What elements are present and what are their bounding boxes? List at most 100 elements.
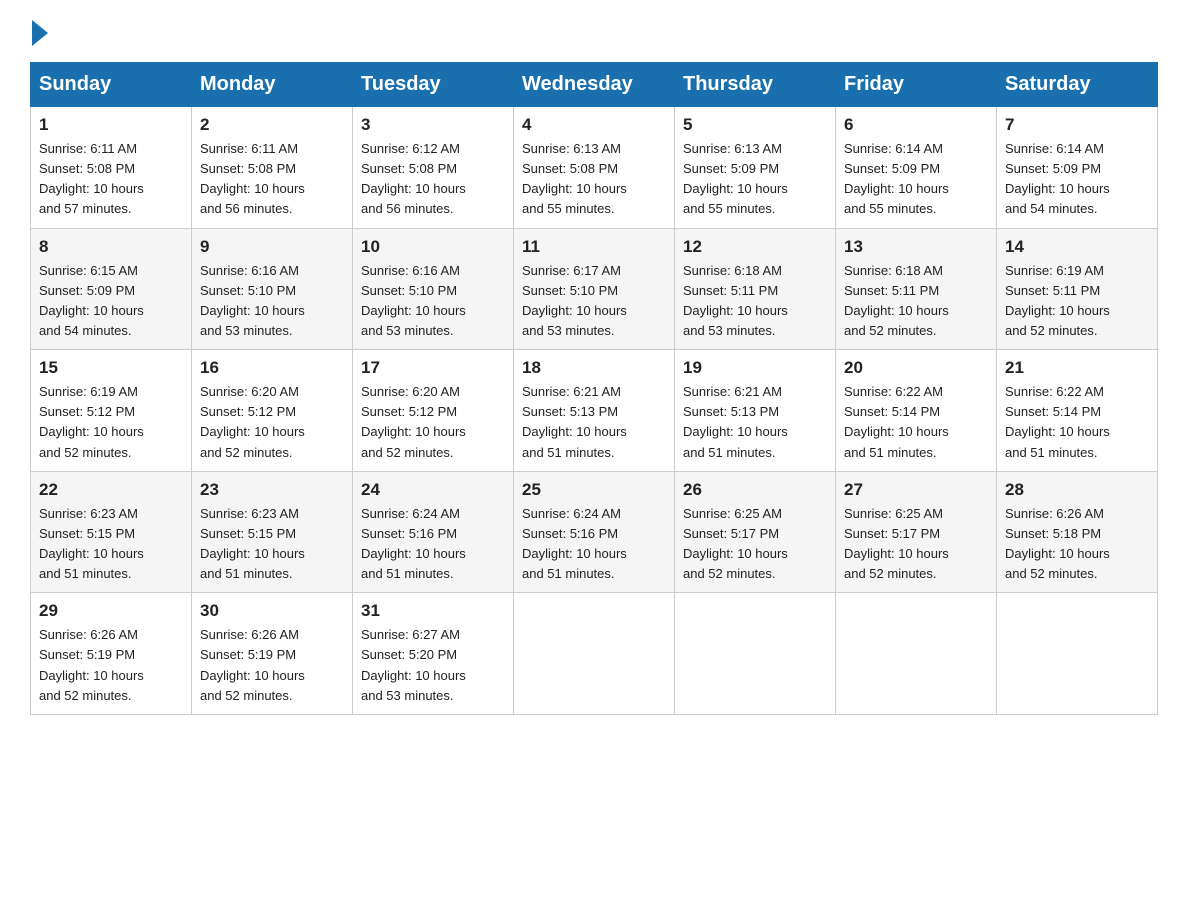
day-info: Sunrise: 6:21 AMSunset: 5:13 PMDaylight:… — [683, 384, 788, 459]
day-number: 30 — [200, 601, 344, 621]
calendar-cell: 30 Sunrise: 6:26 AMSunset: 5:19 PMDaylig… — [192, 593, 353, 715]
calendar-cell: 20 Sunrise: 6:22 AMSunset: 5:14 PMDaylig… — [836, 350, 997, 472]
column-header-monday: Monday — [192, 63, 353, 107]
day-number: 21 — [1005, 358, 1149, 378]
day-info: Sunrise: 6:24 AMSunset: 5:16 PMDaylight:… — [361, 506, 466, 581]
day-number: 22 — [39, 480, 183, 500]
day-info: Sunrise: 6:11 AMSunset: 5:08 PMDaylight:… — [39, 141, 144, 216]
calendar-cell: 21 Sunrise: 6:22 AMSunset: 5:14 PMDaylig… — [997, 350, 1158, 472]
day-info: Sunrise: 6:26 AMSunset: 5:19 PMDaylight:… — [200, 627, 305, 702]
column-header-tuesday: Tuesday — [353, 63, 514, 107]
column-header-saturday: Saturday — [997, 63, 1158, 107]
day-info: Sunrise: 6:25 AMSunset: 5:17 PMDaylight:… — [844, 506, 949, 581]
day-number: 7 — [1005, 115, 1149, 135]
day-info: Sunrise: 6:14 AMSunset: 5:09 PMDaylight:… — [1005, 141, 1110, 216]
page-header — [30, 20, 1158, 46]
day-number: 16 — [200, 358, 344, 378]
calendar-cell: 25 Sunrise: 6:24 AMSunset: 5:16 PMDaylig… — [514, 471, 675, 593]
day-number: 26 — [683, 480, 827, 500]
day-info: Sunrise: 6:11 AMSunset: 5:08 PMDaylight:… — [200, 141, 305, 216]
day-number: 9 — [200, 237, 344, 257]
day-number: 27 — [844, 480, 988, 500]
day-info: Sunrise: 6:23 AMSunset: 5:15 PMDaylight:… — [39, 506, 144, 581]
calendar-cell: 3 Sunrise: 6:12 AMSunset: 5:08 PMDayligh… — [353, 107, 514, 229]
day-number: 4 — [522, 115, 666, 135]
calendar-header-row: SundayMondayTuesdayWednesdayThursdayFrid… — [31, 63, 1158, 107]
day-number: 19 — [683, 358, 827, 378]
day-number: 31 — [361, 601, 505, 621]
calendar-cell: 12 Sunrise: 6:18 AMSunset: 5:11 PMDaylig… — [675, 228, 836, 350]
day-number: 15 — [39, 358, 183, 378]
day-number: 3 — [361, 115, 505, 135]
day-info: Sunrise: 6:26 AMSunset: 5:19 PMDaylight:… — [39, 627, 144, 702]
day-info: Sunrise: 6:19 AMSunset: 5:12 PMDaylight:… — [39, 384, 144, 459]
calendar-week-row: 15 Sunrise: 6:19 AMSunset: 5:12 PMDaylig… — [31, 350, 1158, 472]
day-info: Sunrise: 6:23 AMSunset: 5:15 PMDaylight:… — [200, 506, 305, 581]
day-number: 28 — [1005, 480, 1149, 500]
day-info: Sunrise: 6:26 AMSunset: 5:18 PMDaylight:… — [1005, 506, 1110, 581]
calendar-cell: 18 Sunrise: 6:21 AMSunset: 5:13 PMDaylig… — [514, 350, 675, 472]
calendar-week-row: 1 Sunrise: 6:11 AMSunset: 5:08 PMDayligh… — [31, 107, 1158, 229]
calendar-cell: 17 Sunrise: 6:20 AMSunset: 5:12 PMDaylig… — [353, 350, 514, 472]
day-info: Sunrise: 6:13 AMSunset: 5:08 PMDaylight:… — [522, 141, 627, 216]
day-number: 18 — [522, 358, 666, 378]
day-number: 13 — [844, 237, 988, 257]
logo — [30, 20, 50, 46]
day-number: 24 — [361, 480, 505, 500]
day-number: 29 — [39, 601, 183, 621]
day-info: Sunrise: 6:19 AMSunset: 5:11 PMDaylight:… — [1005, 263, 1110, 338]
calendar-cell: 10 Sunrise: 6:16 AMSunset: 5:10 PMDaylig… — [353, 228, 514, 350]
day-number: 20 — [844, 358, 988, 378]
day-number: 25 — [522, 480, 666, 500]
calendar-cell: 11 Sunrise: 6:17 AMSunset: 5:10 PMDaylig… — [514, 228, 675, 350]
day-info: Sunrise: 6:18 AMSunset: 5:11 PMDaylight:… — [844, 263, 949, 338]
column-header-thursday: Thursday — [675, 63, 836, 107]
day-number: 8 — [39, 237, 183, 257]
calendar-cell: 15 Sunrise: 6:19 AMSunset: 5:12 PMDaylig… — [31, 350, 192, 472]
day-number: 2 — [200, 115, 344, 135]
calendar-week-row: 29 Sunrise: 6:26 AMSunset: 5:19 PMDaylig… — [31, 593, 1158, 715]
day-info: Sunrise: 6:14 AMSunset: 5:09 PMDaylight:… — [844, 141, 949, 216]
calendar-cell — [997, 593, 1158, 715]
day-info: Sunrise: 6:27 AMSunset: 5:20 PMDaylight:… — [361, 627, 466, 702]
calendar-cell — [836, 593, 997, 715]
column-header-sunday: Sunday — [31, 63, 192, 107]
day-number: 12 — [683, 237, 827, 257]
day-number: 10 — [361, 237, 505, 257]
calendar-week-row: 22 Sunrise: 6:23 AMSunset: 5:15 PMDaylig… — [31, 471, 1158, 593]
calendar-cell: 28 Sunrise: 6:26 AMSunset: 5:18 PMDaylig… — [997, 471, 1158, 593]
day-number: 1 — [39, 115, 183, 135]
calendar-cell: 1 Sunrise: 6:11 AMSunset: 5:08 PMDayligh… — [31, 107, 192, 229]
calendar-cell: 6 Sunrise: 6:14 AMSunset: 5:09 PMDayligh… — [836, 107, 997, 229]
calendar-cell: 23 Sunrise: 6:23 AMSunset: 5:15 PMDaylig… — [192, 471, 353, 593]
calendar-table: SundayMondayTuesdayWednesdayThursdayFrid… — [30, 62, 1158, 715]
day-info: Sunrise: 6:20 AMSunset: 5:12 PMDaylight:… — [200, 384, 305, 459]
day-info: Sunrise: 6:25 AMSunset: 5:17 PMDaylight:… — [683, 506, 788, 581]
day-number: 6 — [844, 115, 988, 135]
day-info: Sunrise: 6:15 AMSunset: 5:09 PMDaylight:… — [39, 263, 144, 338]
day-info: Sunrise: 6:22 AMSunset: 5:14 PMDaylight:… — [1005, 384, 1110, 459]
calendar-cell: 19 Sunrise: 6:21 AMSunset: 5:13 PMDaylig… — [675, 350, 836, 472]
day-number: 11 — [522, 237, 666, 257]
calendar-cell: 16 Sunrise: 6:20 AMSunset: 5:12 PMDaylig… — [192, 350, 353, 472]
day-info: Sunrise: 6:17 AMSunset: 5:10 PMDaylight:… — [522, 263, 627, 338]
calendar-cell — [514, 593, 675, 715]
day-info: Sunrise: 6:16 AMSunset: 5:10 PMDaylight:… — [200, 263, 305, 338]
calendar-cell: 7 Sunrise: 6:14 AMSunset: 5:09 PMDayligh… — [997, 107, 1158, 229]
calendar-cell: 26 Sunrise: 6:25 AMSunset: 5:17 PMDaylig… — [675, 471, 836, 593]
day-info: Sunrise: 6:22 AMSunset: 5:14 PMDaylight:… — [844, 384, 949, 459]
day-info: Sunrise: 6:16 AMSunset: 5:10 PMDaylight:… — [361, 263, 466, 338]
column-header-friday: Friday — [836, 63, 997, 107]
day-number: 14 — [1005, 237, 1149, 257]
day-number: 23 — [200, 480, 344, 500]
calendar-cell: 13 Sunrise: 6:18 AMSunset: 5:11 PMDaylig… — [836, 228, 997, 350]
calendar-cell: 29 Sunrise: 6:26 AMSunset: 5:19 PMDaylig… — [31, 593, 192, 715]
logo-arrow-icon — [32, 20, 48, 46]
calendar-cell: 31 Sunrise: 6:27 AMSunset: 5:20 PMDaylig… — [353, 593, 514, 715]
day-number: 5 — [683, 115, 827, 135]
calendar-cell — [675, 593, 836, 715]
calendar-cell: 8 Sunrise: 6:15 AMSunset: 5:09 PMDayligh… — [31, 228, 192, 350]
column-header-wednesday: Wednesday — [514, 63, 675, 107]
day-number: 17 — [361, 358, 505, 378]
calendar-cell: 5 Sunrise: 6:13 AMSunset: 5:09 PMDayligh… — [675, 107, 836, 229]
